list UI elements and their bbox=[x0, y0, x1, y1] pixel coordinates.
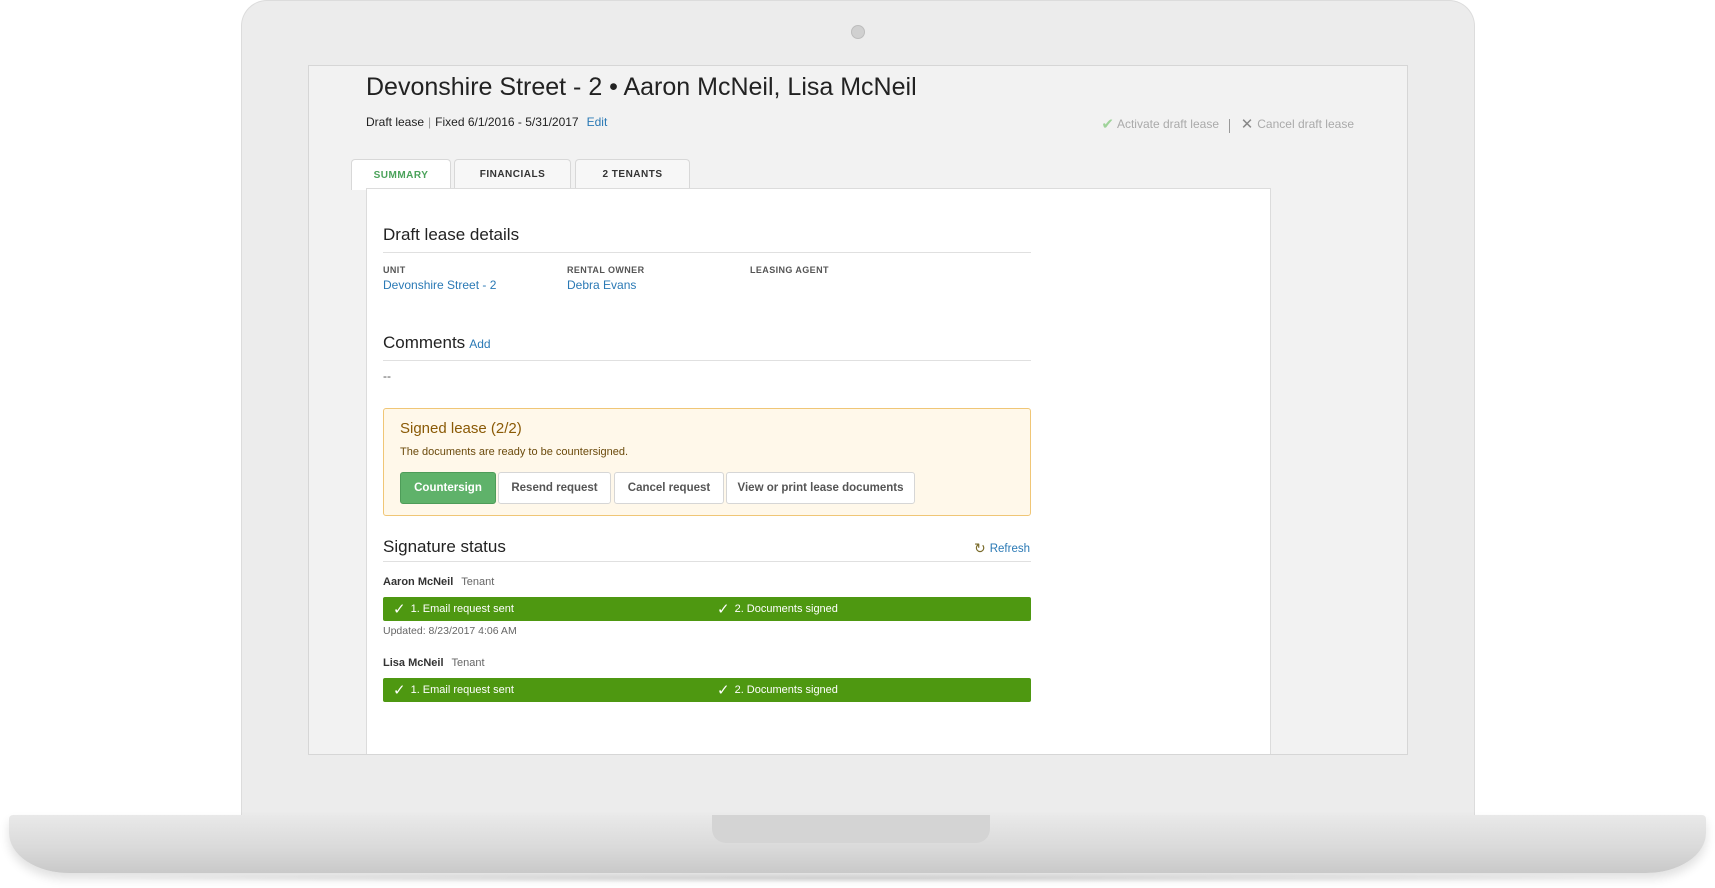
divider bbox=[383, 252, 1031, 253]
lease-actions: ✔ Activate draft lease ✕ Cancel draft le… bbox=[1101, 115, 1354, 133]
summary-panel: Draft lease details UNIT Devonshire Stre… bbox=[366, 188, 1271, 754]
progress-step: ✓ 1. Email request sent bbox=[393, 678, 514, 702]
lease-subline: Draft lease | Fixed 6/1/2016 - 5/31/2017 Ed… bbox=[366, 115, 607, 129]
check-icon: ✓ bbox=[717, 682, 730, 699]
signature-status-heading: Signature status bbox=[383, 537, 506, 556]
refresh-icon: ↻ bbox=[973, 540, 986, 556]
alert-title: Signed lease (2/2) bbox=[400, 420, 522, 437]
add-comment-link[interactable]: Add bbox=[469, 337, 490, 351]
updated-timestamp: Updated: 8/23/2017 4:06 AM bbox=[383, 625, 517, 637]
check-icon: ✔ bbox=[1101, 116, 1114, 133]
edit-link[interactable]: Edit bbox=[587, 115, 608, 129]
signer-name: Aaron McNeil bbox=[383, 576, 454, 588]
step-label: 2. Documents signed bbox=[734, 684, 838, 696]
divider bbox=[383, 360, 1031, 361]
page-title: Devonshire Street - 2 • Aaron McNeil, Li… bbox=[366, 73, 917, 101]
refresh-button[interactable]: ↻ Refresh bbox=[974, 540, 1030, 557]
details-heading: Draft lease details bbox=[383, 225, 520, 244]
unit-link[interactable]: Devonshire Street - 2 bbox=[383, 278, 496, 292]
signature-progress-bar: ✓ 1. Email request sent ✓ 2. Documents sig… bbox=[383, 678, 1031, 702]
progress-step: ✓ 1. Email request sent bbox=[393, 597, 514, 621]
camera-dot bbox=[851, 25, 865, 39]
comments-heading-text: Comments bbox=[383, 333, 466, 352]
step-label: 1. Email request sent bbox=[410, 684, 514, 696]
check-icon: ✓ bbox=[393, 601, 406, 618]
signature-progress-bar: ✓ 1. Email request sent ✓ 2. Documents sig… bbox=[383, 597, 1031, 621]
rental-owner-link[interactable]: Debra Evans bbox=[567, 278, 636, 292]
screen: Devonshire Street - 2 • Aaron McNeil, Li… bbox=[308, 65, 1408, 755]
activate-draft-lease-button[interactable]: ✔ Activate draft lease bbox=[1101, 115, 1219, 133]
countersign-button[interactable]: Countersign bbox=[400, 472, 496, 504]
signed-lease-alert: Signed lease (2/2) The documents are rea… bbox=[383, 408, 1031, 516]
progress-step: ✓ 2. Documents signed bbox=[717, 597, 838, 621]
close-icon: ✕ bbox=[1240, 116, 1254, 133]
check-icon: ✓ bbox=[393, 682, 406, 699]
view-print-documents-button[interactable]: View or print lease documents bbox=[726, 472, 915, 504]
tab-tenants-label: 2 TENANTS bbox=[602, 168, 663, 180]
tab-summary-label: SUMMARY bbox=[373, 169, 429, 181]
lease-term: Fixed 6/1/2016 - 5/31/2017 bbox=[435, 115, 579, 129]
unit-label: UNIT bbox=[383, 265, 406, 275]
lease-status: Draft lease bbox=[366, 115, 425, 129]
laptop-shadow bbox=[40, 873, 1675, 883]
rental-owner-label: RENTAL OWNER bbox=[567, 265, 645, 275]
progress-step: ✓ 2. Documents signed bbox=[717, 678, 838, 702]
cancel-label: Cancel draft lease bbox=[1257, 117, 1354, 131]
tab-financials-label: FINANCIALS bbox=[479, 168, 546, 180]
alert-message: The documents are ready to be countersig… bbox=[400, 446, 629, 458]
tab-summary[interactable]: SUMMARY bbox=[351, 159, 451, 190]
activate-label: Activate draft lease bbox=[1116, 117, 1219, 131]
cancel-request-button[interactable]: Cancel request bbox=[614, 472, 724, 504]
comments-heading: Comments Add bbox=[383, 333, 491, 353]
signer-row: Lisa McNeil Tenant bbox=[383, 657, 485, 669]
signer-role: Tenant bbox=[461, 576, 495, 588]
step-label: 2. Documents signed bbox=[734, 603, 838, 615]
tab-financials[interactable]: FINANCIALS bbox=[454, 159, 571, 188]
divider bbox=[1229, 118, 1231, 133]
signer-row: Aaron McNeil Tenant bbox=[383, 576, 494, 588]
resend-request-button[interactable]: Resend request bbox=[498, 472, 611, 504]
divider bbox=[383, 561, 1031, 562]
comments-value: -- bbox=[383, 369, 391, 383]
step-label: 1. Email request sent bbox=[410, 603, 514, 615]
laptop-notch bbox=[712, 815, 990, 843]
leasing-agent-label: LEASING AGENT bbox=[750, 265, 829, 275]
refresh-label: Refresh bbox=[989, 542, 1030, 555]
tab-tenants[interactable]: 2 TENANTS bbox=[575, 159, 690, 188]
cancel-draft-lease-button[interactable]: ✕ Cancel draft lease bbox=[1241, 115, 1354, 133]
check-icon: ✓ bbox=[717, 601, 730, 618]
signer-role: Tenant bbox=[451, 657, 485, 669]
signer-name: Lisa McNeil bbox=[383, 657, 444, 669]
separator: | bbox=[428, 115, 432, 129]
